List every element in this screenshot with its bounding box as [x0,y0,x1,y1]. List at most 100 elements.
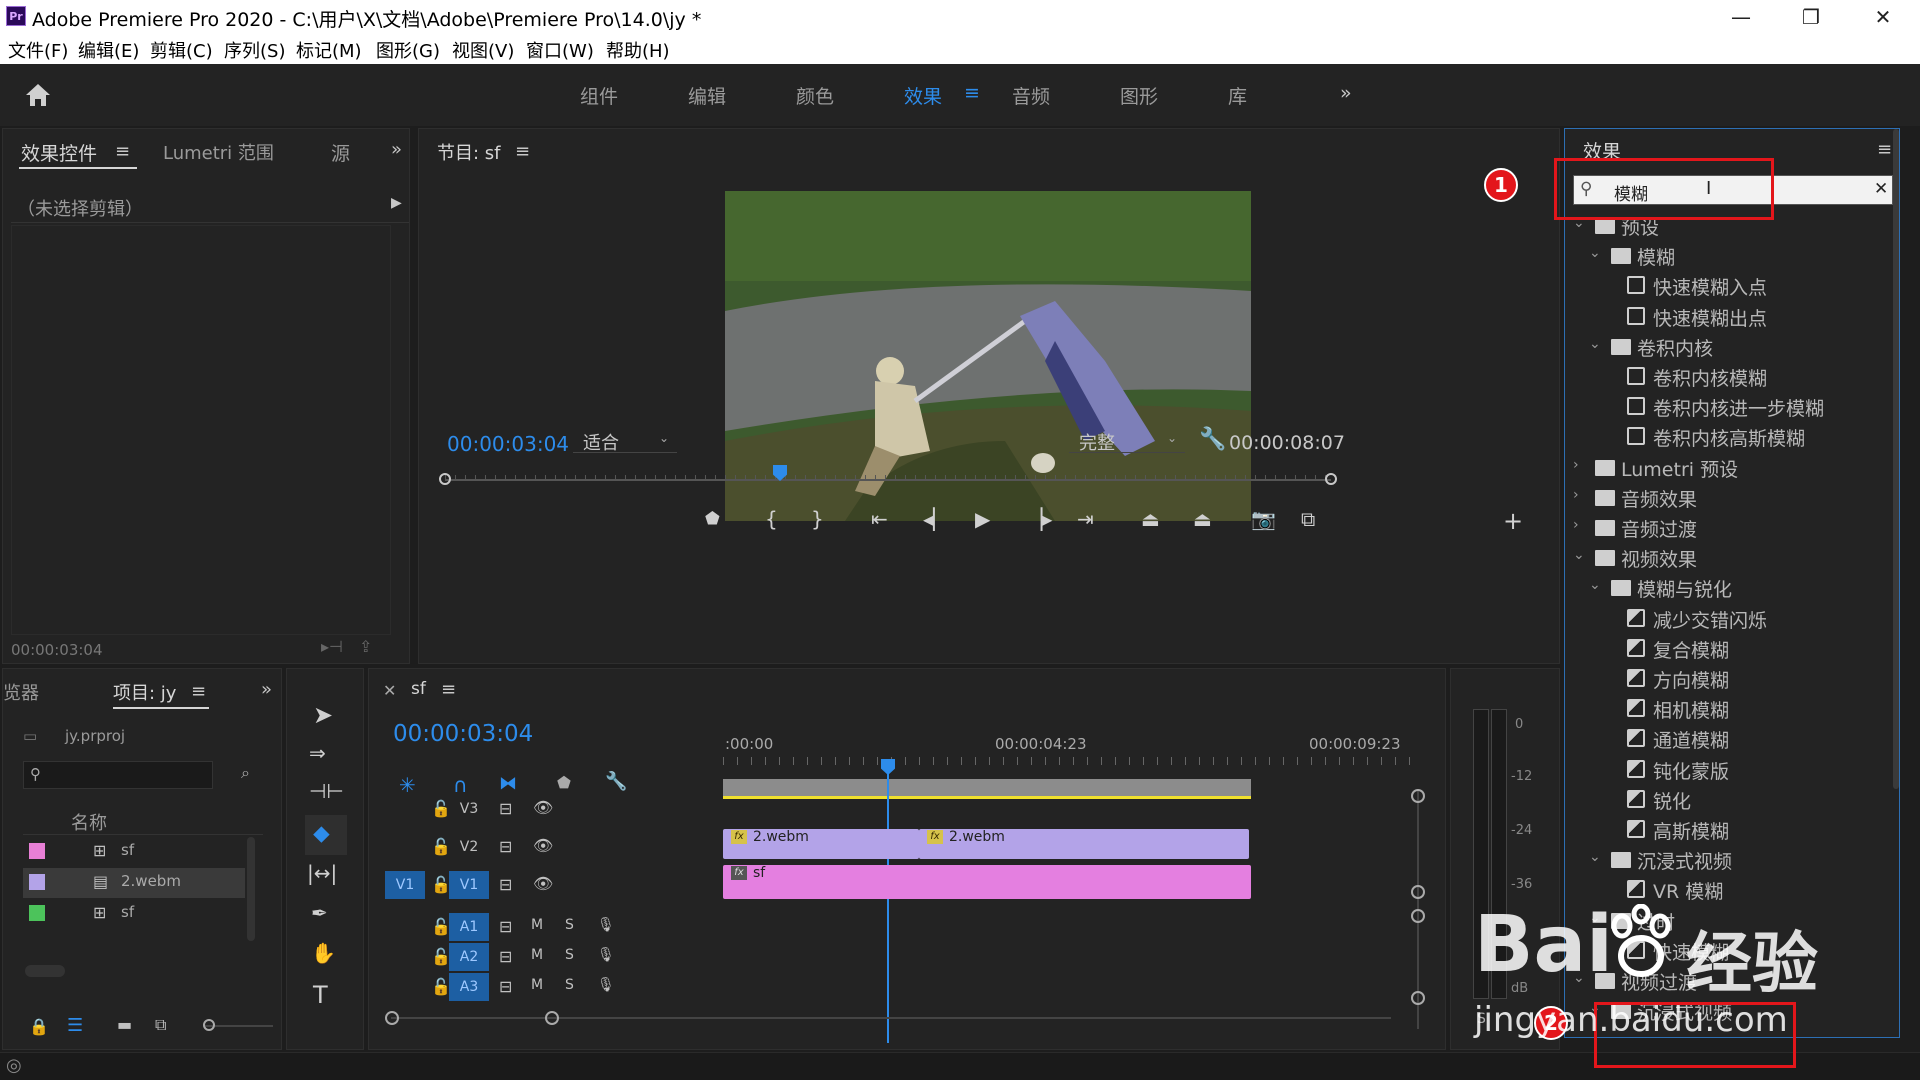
linked-selection-icon[interactable]: ⧓ [499,773,517,794]
effects-tree-item[interactable]: ⌄ 模糊 [1565,241,1889,271]
label-color-swatch[interactable] [29,843,45,859]
chevron-down-icon[interactable]: ⌄ [1589,849,1601,865]
chevron-right-icon[interactable]: › [1573,457,1579,473]
compare-icon[interactable]: ⧉ [1301,507,1315,531]
workspace-tab-assembly[interactable]: 组件 [580,82,618,109]
clear-search-icon[interactable]: ✕ [1874,179,1888,199]
project-item-row[interactable]: ⊞ sf [23,899,245,929]
workspace-tab-graphics[interactable]: 图形 [1120,82,1158,109]
mark-in-icon[interactable]: { [765,507,778,531]
timeline-menu-icon[interactable]: ≡ [441,679,456,700]
effects-tree-item[interactable]: 复合模糊 [1565,634,1889,664]
home-icon[interactable] [24,82,52,108]
add-marker-icon[interactable]: ⬟ [557,773,571,792]
clip-v1[interactable]: fx sf [723,865,1251,899]
solo-button[interactable]: S [565,917,574,933]
column-name-header[interactable]: 名称 [71,809,107,835]
step-back-icon[interactable]: ◂▏ [923,507,948,531]
effects-tree-item[interactable]: 卷积内核进一步模糊 [1565,392,1889,422]
solo-button[interactable]: S [565,947,574,963]
mark-out-icon[interactable]: } [811,507,824,531]
effects-tree-item[interactable]: 卷积内核模糊 [1565,362,1889,392]
track-select-tool-icon[interactable]: ⇒ [309,741,326,765]
tab-media-browser[interactable]: 览器 [3,679,39,705]
fit-dropdown[interactable]: 适合 ⌄ [573,429,677,454]
type-tool-icon[interactable]: T [313,981,328,1009]
track-target-a1[interactable]: A1 [449,913,489,941]
menu-clip[interactable]: 剪辑(C) [150,37,213,63]
close-sequence-icon[interactable]: ✕ [383,681,396,700]
sync-lock-icon[interactable]: ⊟ [499,875,512,894]
hscroll-handle-right[interactable] [545,1011,559,1025]
menu-marker[interactable]: 标记(M) [296,37,362,63]
share-icon[interactable]: ⇪ [359,637,372,656]
list-view-icon[interactable]: ☰ [67,1015,83,1036]
effects-scrollbar[interactable] [1893,129,1899,789]
status-icon[interactable]: ◎ [6,1055,22,1076]
tab-source[interactable]: 源 [331,139,350,166]
selection-tool-icon[interactable]: ➤ [313,701,333,729]
track-target-a2[interactable]: A2 [449,943,489,971]
track-lock-icon[interactable]: 🔓 [431,875,451,894]
clip-v2-a[interactable]: fx 2.webm [723,829,919,859]
effects-tree-item[interactable]: 减少交错闪烁 [1565,604,1889,634]
track-target-a3[interactable]: A3 [449,973,489,1001]
track-lock-icon[interactable]: 🔓 [431,799,451,818]
effects-menu-icon[interactable]: ≡ [1877,139,1892,160]
hscroll-handle-left[interactable] [385,1011,399,1025]
effects-tree-item[interactable]: 钝化蒙版 [1565,755,1889,785]
mute-button[interactable]: M [531,917,543,933]
effects-tree-item[interactable]: ⌄ 沉浸式视频 [1565,845,1889,875]
effects-tree-item[interactable]: › 音频效果 [1565,483,1889,513]
effects-tree-item[interactable]: ⌄ 卷积内核 [1565,332,1889,362]
workspace-tab-libraries[interactable]: 库 [1228,82,1247,109]
effects-tree-item[interactable]: 方向模糊 [1565,664,1889,694]
extract-icon[interactable]: ⏏ [1193,507,1212,531]
track-lock-icon[interactable]: 🔓 [431,917,451,936]
track-lock-icon[interactable]: 🔓 [431,977,451,996]
out-handle[interactable] [1325,473,1337,485]
eye-icon[interactable]: 👁 [533,798,553,817]
workspace-menu-icon[interactable]: ≡ [964,82,980,104]
sync-lock-icon[interactable]: ⊟ [499,977,512,996]
effects-tree-item[interactable]: 相机模糊 [1565,694,1889,724]
project-overflow-icon[interactable]: » [261,679,272,700]
track-lock-icon[interactable]: 🔓 [431,837,451,856]
pen-tool-icon[interactable]: ✒ [311,901,328,925]
eye-icon[interactable]: 👁 [533,874,553,893]
razor-tool-icon[interactable]: ⬥ [313,819,330,847]
clip-v2-b[interactable]: fx 2.webm [919,829,1249,859]
program-menu-icon[interactable]: ≡ [515,141,530,162]
timeline-timecode[interactable]: 00:00:03:04 [393,721,533,747]
microphone-icon[interactable]: 🎙 [597,977,615,993]
add-button-icon[interactable]: + [1503,507,1523,535]
effects-tree-item[interactable]: 快速模糊出点 [1565,302,1889,332]
track-target-v2[interactable]: V2 [449,833,489,861]
effects-tree-item[interactable]: 卷积内核高斯模糊 [1565,422,1889,452]
slip-tool-icon[interactable]: |↔| [307,861,337,885]
export-frame-icon[interactable]: ▸⊣ [321,637,343,656]
wrench-icon[interactable]: 🔧 [1199,427,1226,452]
project-item-row[interactable]: ⊞ sf [23,837,245,867]
menu-sequence[interactable]: 序列(S) [224,37,285,63]
menu-help[interactable]: 帮助(H) [606,37,670,63]
icon-view-icon[interactable]: ▬ [117,1015,132,1034]
quality-dropdown[interactable]: 完整 ⌄ [1069,429,1185,454]
panel-overflow-icon[interactable]: » [391,139,402,160]
close-button[interactable]: ✕ [1860,2,1906,32]
timeline-hscroll[interactable] [391,1017,1391,1019]
track-target-v3[interactable]: V3 [449,795,489,823]
menu-view[interactable]: 视图(V) [452,37,514,63]
project-scrollbar[interactable] [247,837,255,941]
lock-icon[interactable]: 🔒 [29,1017,49,1036]
in-handle[interactable] [439,473,451,485]
new-bin-search-icon[interactable]: ⌕ [241,763,250,783]
nest-icon[interactable]: ✳ [399,773,416,797]
effects-tree-item[interactable]: VR 模糊 [1565,875,1889,905]
minimize-button[interactable]: — [1718,2,1764,32]
project-item-row[interactable]: ▤ 2.webm [23,868,245,898]
panel-menu-icon[interactable]: ≡ [115,141,130,162]
zoom-slider-handle[interactable] [25,965,65,977]
go-to-out-icon[interactable]: ⇥ [1077,507,1094,531]
sync-lock-icon[interactable]: ⊟ [499,799,512,818]
